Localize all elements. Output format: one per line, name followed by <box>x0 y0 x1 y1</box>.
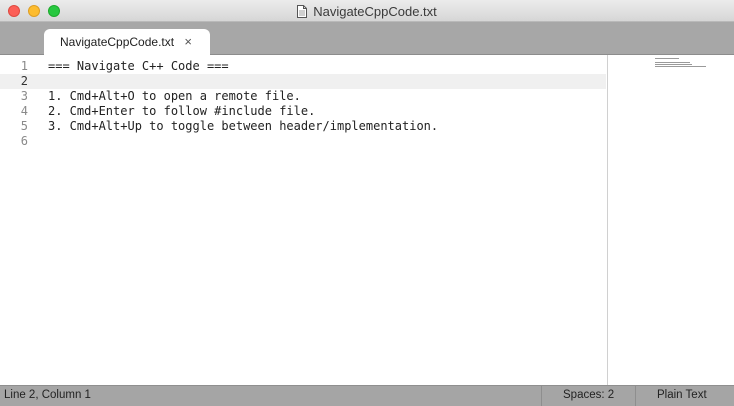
line-number-gutter: 1 2 3 4 5 6 <box>0 55 34 385</box>
status-bar: Line 2, Column 1 Spaces: 2 Plain Text <box>0 385 734 406</box>
minimap-line <box>655 58 679 59</box>
line-number: 2 <box>20 74 28 88</box>
status-divider <box>635 386 636 406</box>
code-line[interactable]: === Navigate C++ Code === <box>48 59 229 74</box>
close-icon[interactable]: × <box>184 34 192 50</box>
title-bar: NavigateCppCode.txt <box>0 0 734 22</box>
document-icon <box>297 4 308 18</box>
line-number: 1 <box>20 59 28 73</box>
line-number: 3 <box>20 89 28 103</box>
indentation-setting[interactable]: Spaces: 2 <box>563 389 614 401</box>
syntax-selector[interactable]: Plain Text <box>657 389 707 401</box>
line-number: 5 <box>20 119 28 133</box>
code-line[interactable]: 3. Cmd+Alt+Up to toggle between header/i… <box>48 119 438 134</box>
code-line[interactable]: 2. Cmd+Enter to follow #include file. <box>48 104 315 119</box>
status-divider <box>541 386 542 406</box>
window-title-text: NavigateCppCode.txt <box>313 3 437 19</box>
tab-label: NavigateCppCode.txt <box>60 35 175 49</box>
minimap-line <box>655 66 706 67</box>
editor[interactable]: 1 2 3 4 5 6 === Navigate C++ Code === 1.… <box>0 55 734 385</box>
cursor-position: Line 2, Column 1 <box>4 389 91 401</box>
line-number: 4 <box>20 104 28 118</box>
line-number: 6 <box>20 134 28 148</box>
code-line[interactable]: 1. Cmd+Alt+O to open a remote file. <box>48 89 301 104</box>
tab-navigatecppcode[interactable]: NavigateCppCode.txt × <box>44 29 210 55</box>
window-title: NavigateCppCode.txt <box>0 0 734 22</box>
minimap-line <box>655 64 692 65</box>
minimap[interactable] <box>608 55 734 385</box>
minimap-line <box>655 62 690 63</box>
current-line-highlight <box>0 74 606 89</box>
tab-bar: NavigateCppCode.txt × <box>0 22 734 55</box>
